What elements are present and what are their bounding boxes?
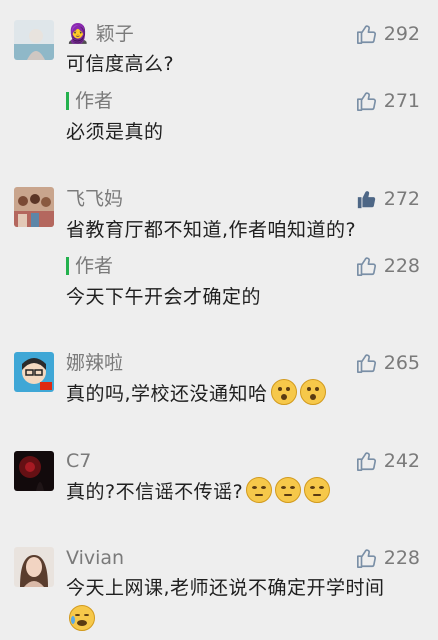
comment-author[interactable]: 娜辣啦: [66, 351, 123, 375]
comment-text: 省教育厅都不知道,作者咱知道的?: [66, 219, 357, 241]
avatar[interactable]: [14, 352, 54, 392]
like-button[interactable]: 265: [356, 351, 420, 375]
reply-text: 今天下午开会才确定的: [66, 286, 262, 308]
thumbs-up-icon: [356, 92, 376, 111]
avatar[interactable]: [14, 451, 54, 491]
reply-author: 作者: [75, 90, 114, 112]
crying-emoji-icon: [69, 605, 95, 631]
comment-author[interactable]: 飞飞妈: [66, 187, 123, 211]
like-button[interactable]: 228: [356, 546, 420, 570]
like-button[interactable]: 242: [356, 449, 420, 473]
comment-author[interactable]: C7: [66, 449, 91, 473]
comment-text-content: 真的?不信谣不传谣?: [66, 481, 244, 503]
like-count: 242: [383, 450, 420, 472]
like-button[interactable]: 271: [356, 89, 420, 113]
thumbs-up-icon: [356, 257, 376, 276]
like-button[interactable]: 228: [356, 254, 420, 278]
avatar[interactable]: [14, 187, 54, 227]
comment-author[interactable]: 🧕 颖子: [66, 22, 134, 46]
comment-text: 可信度高么?: [66, 53, 175, 75]
thumbs-up-icon: [356, 549, 376, 568]
author-reply-tag: 作者: [66, 89, 113, 113]
comment-author[interactable]: Vivian: [66, 546, 124, 570]
thumbs-up-icon: [356, 354, 376, 373]
like-count: 292: [383, 23, 420, 45]
like-button[interactable]: 292: [356, 22, 420, 46]
comment-text-content: 今天上网课,老师还说不确定开学时间: [66, 577, 385, 599]
comment-text-content: 真的吗,学校还没通知哈: [66, 383, 268, 405]
comment-text: 今天上网课,老师还说不确定开学时间: [66, 572, 406, 636]
like-count: 265: [383, 352, 420, 374]
comment-text: 真的吗,学校还没通知哈: [66, 378, 406, 410]
thumbs-up-filled-icon: [357, 191, 375, 209]
like-count: 228: [383, 547, 420, 569]
shocked-emoji-icon: [270, 379, 297, 405]
like-count: 272: [383, 188, 420, 210]
shocked-emoji-icon: [299, 379, 326, 405]
reply-indicator: [66, 92, 69, 110]
awkward-emoji-icon: [275, 477, 302, 503]
reply-text: 必须是真的: [66, 121, 164, 143]
like-button[interactable]: 272: [356, 187, 420, 211]
thumbs-up-icon: [356, 452, 376, 471]
like-count: 271: [383, 90, 420, 112]
author-reply-tag: 作者: [66, 254, 113, 278]
reply-indicator: [66, 257, 69, 275]
avatar[interactable]: [14, 547, 54, 587]
comment-text: 真的?不信谣不传谣?: [66, 476, 406, 508]
awkward-emoji-icon: [304, 477, 331, 503]
thumbs-up-icon: [356, 25, 376, 44]
reply-author: 作者: [75, 255, 114, 277]
awkward-emoji-icon: [246, 477, 273, 503]
like-count: 228: [383, 255, 420, 277]
avatar[interactable]: [14, 20, 54, 60]
